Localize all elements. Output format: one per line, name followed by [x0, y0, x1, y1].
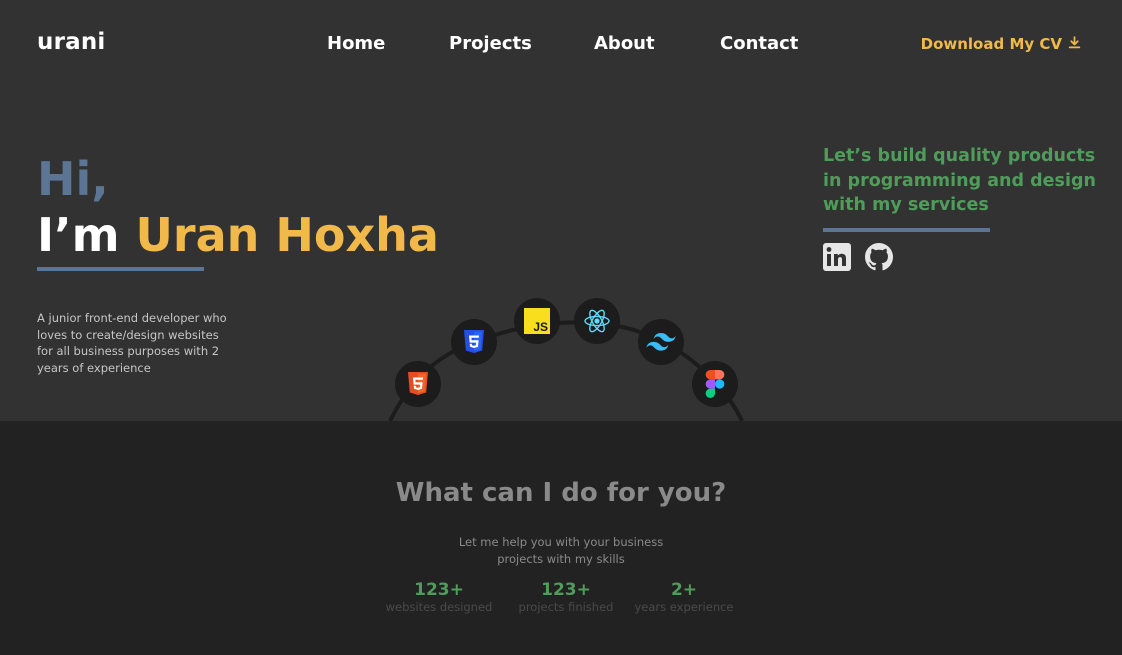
name-underline	[37, 267, 204, 271]
nav-home[interactable]: Home	[327, 33, 385, 54]
nav-projects[interactable]: Projects	[449, 33, 532, 54]
download-cv-button[interactable]: Download My CV	[921, 35, 1081, 53]
stat-number: 123+	[541, 580, 591, 600]
javascript-icon-text: JS	[533, 320, 548, 334]
stat-websites: 123+ websites designed	[381, 580, 497, 615]
stat-projects: 123+ projects finished	[510, 580, 622, 615]
tagline-underline	[823, 228, 990, 232]
html5-icon	[395, 361, 441, 407]
github-icon[interactable]	[865, 243, 893, 271]
intro-text: A junior front-end developer who loves t…	[37, 311, 227, 375]
social-links	[823, 243, 893, 271]
services-title: What can I do for you?	[395, 478, 727, 508]
stat-years: 2+ years experience	[628, 580, 740, 615]
tailwind-icon	[638, 319, 684, 365]
download-icon	[1068, 35, 1081, 53]
javascript-icon: JS	[514, 298, 560, 344]
stat-label: projects finished	[518, 600, 614, 614]
react-icon	[574, 298, 620, 344]
stat-number: 123+	[414, 580, 464, 600]
nav-contact[interactable]: Contact	[720, 33, 798, 54]
greeting-im: I’m	[37, 208, 120, 262]
services-subtitle: Let me help you with your business proje…	[458, 535, 664, 566]
download-cv-label: Download My CV	[920, 35, 1062, 53]
stat-label: websites designed	[385, 600, 493, 614]
stat-number: 2+	[670, 580, 698, 600]
css3-icon	[451, 319, 497, 365]
figma-icon	[692, 361, 738, 407]
tech-arc	[388, 320, 744, 422]
stat-label: years experience	[634, 600, 734, 614]
linkedin-icon[interactable]	[823, 243, 851, 271]
tagline: Let’s build quality products in programm…	[823, 146, 1096, 215]
greeting-name: I’m Uran Hoxha	[37, 208, 439, 262]
nav-about[interactable]: About	[594, 33, 655, 54]
developer-name: Uran Hoxha	[135, 208, 439, 262]
greeting-hi: Hi,	[37, 152, 109, 206]
